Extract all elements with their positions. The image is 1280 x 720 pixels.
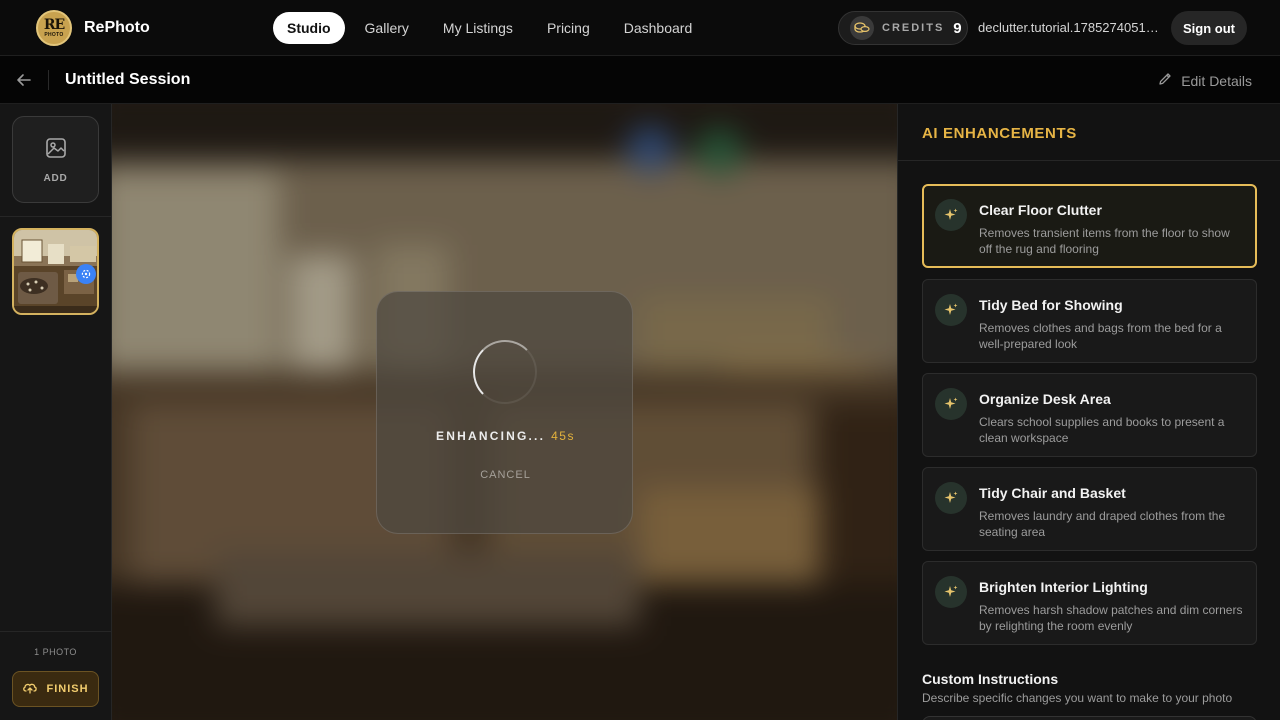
brand-name[interactable]: RePhoto bbox=[84, 19, 150, 37]
nav-studio[interactable]: Studio bbox=[273, 12, 345, 44]
ai-enhancements-panel: AI ENHANCEMENTS Clear Floor Clutter Remo… bbox=[897, 104, 1280, 720]
enhancement-description: Removes clothes and bags from the bed fo… bbox=[979, 321, 1222, 351]
rephoto-logo[interactable]: RE PHOTO bbox=[36, 10, 72, 46]
logo-subtext: PHOTO bbox=[44, 32, 64, 38]
finish-button[interactable]: FINISH bbox=[12, 671, 99, 707]
enhancement-description: Removes transient items from the floor t… bbox=[979, 226, 1230, 256]
nav-pricing[interactable]: Pricing bbox=[533, 12, 604, 44]
cloud-upload-icon bbox=[22, 680, 38, 699]
enhancing-label: ENHANCING... bbox=[436, 429, 546, 443]
finish-label: FINISH bbox=[46, 683, 89, 695]
user-email: declutter.tutorial.178527405123... bbox=[978, 20, 1160, 35]
header-divider bbox=[48, 70, 49, 90]
edit-details-button[interactable]: Edit Details bbox=[1157, 71, 1252, 90]
enhancing-status: ENHANCING... 45s bbox=[377, 429, 634, 443]
enhancement-option-tidy-chair[interactable]: Tidy Chair and Basket Removes laundry an… bbox=[922, 467, 1257, 551]
pencil-icon bbox=[1157, 71, 1173, 90]
cancel-button[interactable]: CANCEL bbox=[377, 469, 634, 481]
photo-thumbnail[interactable] bbox=[12, 228, 99, 315]
enhancement-description: Removes laundry and draped clothes from … bbox=[979, 509, 1226, 539]
enhancing-dialog: ENHANCING... 45s CANCEL bbox=[376, 291, 633, 534]
panel-title: AI ENHANCEMENTS bbox=[922, 125, 1077, 142]
enhancement-title: Tidy Bed for Showing bbox=[979, 297, 1123, 313]
enhancement-option-clear-floor-clutter[interactable]: Clear Floor Clutter Removes transient it… bbox=[922, 184, 1257, 268]
sidebar-bottom-divider bbox=[0, 631, 111, 632]
logo-text: RE bbox=[43, 17, 65, 33]
enhancement-title: Tidy Chair and Basket bbox=[979, 485, 1126, 501]
enhancement-option-tidy-bed[interactable]: Tidy Bed for Showing Removes clothes and… bbox=[922, 279, 1257, 363]
credits-badge[interactable]: CREDITS 9 bbox=[838, 11, 968, 45]
sparkle-icon bbox=[935, 294, 967, 326]
enhancement-description: Clears school supplies and books to pres… bbox=[979, 415, 1225, 445]
edit-details-label: Edit Details bbox=[1181, 72, 1252, 89]
enhancement-title: Clear Floor Clutter bbox=[979, 202, 1102, 218]
enhancement-title: Brighten Interior Lighting bbox=[979, 579, 1148, 595]
top-navigation-bar: RE PHOTO RePhoto Studio Gallery My Listi… bbox=[0, 0, 1280, 56]
add-photo-button[interactable]: ADD bbox=[12, 116, 99, 203]
main-nav: Studio Gallery My Listings Pricing Dashb… bbox=[273, 12, 706, 44]
add-photo-label: ADD bbox=[43, 172, 68, 184]
sparkle-icon bbox=[935, 576, 967, 608]
session-title: Untitled Session bbox=[65, 71, 191, 88]
credits-label: CREDITS bbox=[882, 22, 945, 34]
nav-my-listings[interactable]: My Listings bbox=[429, 12, 527, 44]
photo-count: 1 PHOTO bbox=[34, 647, 77, 657]
panel-divider bbox=[898, 160, 1280, 161]
coins-icon bbox=[850, 16, 874, 40]
sign-out-button[interactable]: Sign out bbox=[1171, 11, 1247, 45]
photo-sidebar: ADD 1 PHOTO FINISH bbox=[0, 104, 112, 720]
sparkle-icon bbox=[935, 199, 967, 231]
enhancement-option-organize-desk[interactable]: Organize Desk Area Clears school supplie… bbox=[922, 373, 1257, 457]
sparkle-icon bbox=[935, 482, 967, 514]
enhancing-timer: 45s bbox=[551, 429, 575, 443]
loading-spinner-icon bbox=[473, 340, 537, 404]
nav-gallery[interactable]: Gallery bbox=[351, 12, 423, 44]
custom-instructions-title: Custom Instructions bbox=[922, 671, 1059, 687]
back-arrow-icon[interactable] bbox=[14, 70, 34, 90]
session-header: Untitled Session Edit Details bbox=[0, 56, 1280, 104]
nav-dashboard[interactable]: Dashboard bbox=[610, 12, 707, 44]
enhancement-title: Organize Desk Area bbox=[979, 391, 1111, 407]
sidebar-divider bbox=[0, 216, 111, 217]
sparkle-icon bbox=[935, 388, 967, 420]
enhancement-description: Removes harsh shadow patches and dim cor… bbox=[979, 603, 1243, 633]
processing-badge-icon bbox=[76, 264, 96, 284]
custom-instructions-description: Describe specific changes you want to ma… bbox=[922, 691, 1233, 705]
photo-canvas: ENHANCING... 45s CANCEL bbox=[112, 104, 897, 720]
enhancement-option-brighten-lighting[interactable]: Brighten Interior Lighting Removes harsh… bbox=[922, 561, 1257, 645]
image-icon bbox=[44, 136, 68, 165]
credits-count: 9 bbox=[953, 19, 962, 37]
custom-instructions-input[interactable] bbox=[922, 716, 1257, 720]
